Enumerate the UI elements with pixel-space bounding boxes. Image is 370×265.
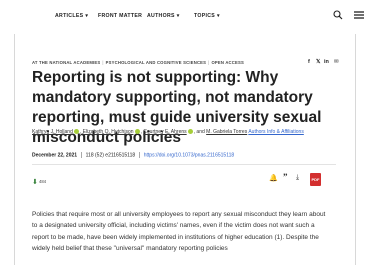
linkedin-icon[interactable]: in <box>324 59 329 65</box>
divider <box>32 164 336 165</box>
author-link[interactable]: M. Gabriela Torres <box>206 129 247 135</box>
download-icon[interactable]: ⤓ <box>296 174 299 182</box>
author-info-link[interactable]: Authors Info & Affiliations <box>248 129 304 135</box>
article-body-text: Policies that require most or all univer… <box>32 211 326 253</box>
divider <box>14 34 15 265</box>
nav-authors[interactable]: AUTHORS ▾ <box>147 13 180 19</box>
citation: 118 (52) e2116515118 <box>85 152 136 159</box>
category-label[interactable]: PSYCHOLOGICAL AND COGNITIVE SCIENCES <box>106 60 207 65</box>
author-link[interactable]: Courtney E. Ahrens <box>143 129 186 135</box>
author-list: Kathryn J. Holland, Elizabeth Q. Hutchis… <box>32 129 304 135</box>
metric-count: 484 <box>39 179 47 185</box>
top-navigation: ARTICLES ▾ FRONT MATTER AUTHORS ▾ TOPICS ▾ <box>0 0 370 34</box>
email-icon[interactable]: ✉ <box>334 59 339 65</box>
nav-front-matter[interactable]: FRONT MATTER <box>98 13 142 19</box>
chevron-down-icon: ▾ <box>176 13 180 19</box>
chevron-down-icon: ▾ <box>217 13 220 19</box>
article-meta-bar: AT THE NATIONAL ACADEMIES | PSYCHOLOGICAL … <box>32 60 244 65</box>
orcid-icon[interactable] <box>73 129 79 135</box>
article-metrics[interactable]: ⬇ 484 <box>32 178 46 186</box>
bell-icon[interactable]: 🔔 <box>269 174 278 182</box>
search-icon[interactable] <box>333 10 343 20</box>
chevron-down-icon: ▾ <box>85 13 89 19</box>
section-label[interactable]: AT THE NATIONAL ACADEMIES <box>32 60 100 65</box>
metric-arrow-icon: ⬇ <box>32 179 38 186</box>
facebook-icon[interactable]: f <box>308 59 310 65</box>
access-label: OPEN ACCESS <box>211 60 244 65</box>
author-link[interactable]: Elizabeth Q. Hutchison <box>83 129 134 135</box>
twitter-icon[interactable]: 𝕏 <box>316 59 320 65</box>
publication-info: December 22, 2021 118 (52) e2116515118 htt… <box>32 152 234 158</box>
doi-link[interactable]: https://doi.org/10.1073/pnas.2116515118 <box>144 152 234 158</box>
publication-date: December 22, 2021 <box>32 152 78 159</box>
nav-topics[interactable]: TOPICS ▾ <box>194 13 220 19</box>
nav-articles[interactable]: ARTICLES ▾ <box>55 13 88 19</box>
pdf-icon[interactable]: PDF <box>310 173 321 186</box>
menu-icon[interactable] <box>352 8 366 22</box>
author-link[interactable]: Kathryn J. Holland <box>32 129 73 135</box>
orcid-icon[interactable] <box>187 129 193 135</box>
orcid-icon[interactable] <box>134 129 140 135</box>
divider <box>355 34 356 265</box>
quote-icon[interactable]: ” <box>283 172 288 182</box>
